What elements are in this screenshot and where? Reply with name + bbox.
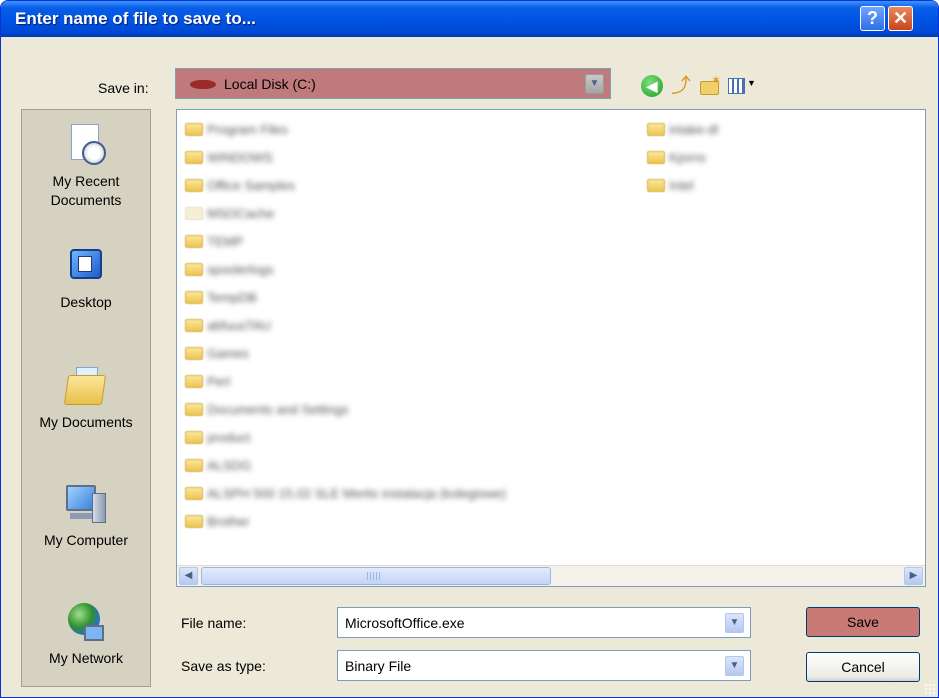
place-label: My Computer (43, 532, 129, 548)
chevron-down-icon[interactable]: ▼ (585, 74, 604, 94)
create-new-folder-button[interactable]: ✶ (699, 73, 722, 97)
save-dialog: Enter name of file to save to... ? ✕ Sav… (0, 0, 939, 698)
list-item[interactable]: product (185, 426, 250, 448)
my-network-icon (64, 601, 108, 645)
file-name-label: File name: (181, 615, 247, 631)
list-item[interactable]: Kjorns (647, 146, 706, 168)
back-button[interactable]: ◀ (641, 75, 663, 97)
file-name-field[interactable]: MicrosoftOffice.exe ▼ (337, 607, 751, 638)
dialog-title: Enter name of file to save to... (15, 9, 256, 28)
save-as-type-dropdown[interactable]: Binary File ▼ (337, 650, 751, 681)
save-in-value: Local Disk (C:) (224, 76, 316, 92)
my-documents-icon (63, 365, 108, 409)
list-item[interactable]: intake-dl (647, 118, 718, 140)
close-button[interactable]: ✕ (888, 6, 913, 31)
places-bar: My Recent Documents Desktop My Documents… (21, 109, 151, 687)
folder-icon (185, 234, 203, 248)
list-item[interactable]: Perl (185, 370, 230, 392)
folder-icon (185, 122, 203, 136)
folder-icon (185, 374, 203, 388)
list-item[interactable]: ALSDG (185, 454, 251, 476)
dropdown-arrow-icon: ▼ (747, 78, 756, 88)
place-label: My Network (49, 650, 123, 666)
horizontal-scrollbar[interactable]: ◀ ▶ (177, 565, 925, 586)
folder-icon (185, 430, 203, 444)
place-label: Desktop (60, 294, 112, 310)
place-my-network[interactable]: My Network (22, 601, 150, 668)
list-item[interactable]: abfuusTAU (185, 314, 271, 336)
list-item[interactable]: Brother (185, 510, 250, 532)
place-my-documents[interactable]: My Documents (22, 365, 150, 432)
list-item[interactable]: Documents and Settings (185, 398, 349, 420)
place-label: My Recent (52, 173, 120, 189)
list-item[interactable]: spoolerlogs (185, 258, 274, 280)
save-as-type-label: Save as type: (181, 658, 266, 674)
folder-icon (185, 458, 203, 472)
file-name-value: MicrosoftOffice.exe (345, 615, 465, 631)
folder-icon (647, 122, 665, 136)
list-item[interactable]: TempDB (185, 286, 257, 308)
chevron-down-icon[interactable]: ▼ (725, 613, 744, 633)
list-item[interactable]: Games (185, 342, 249, 364)
list-item[interactable]: Program Files (185, 118, 288, 140)
folder-icon (185, 346, 203, 360)
place-my-computer[interactable]: My Computer (22, 483, 150, 550)
save-button[interactable]: Save (806, 607, 920, 637)
folder-icon (185, 178, 203, 192)
file-list[interactable]: Program Files WINDOWS Office Samples MSO… (176, 109, 926, 587)
title-bar[interactable]: Enter name of file to save to... ? ✕ (1, 1, 938, 37)
grip-icon (367, 572, 381, 580)
up-folder-icon: ⤴ (671, 75, 691, 97)
scroll-left-icon[interactable]: ◀ (179, 567, 198, 585)
place-desktop[interactable]: Desktop (22, 245, 150, 312)
resize-grip-icon[interactable] (924, 683, 936, 695)
views-menu-button[interactable]: ▼ (728, 75, 758, 97)
folder-icon (185, 318, 203, 332)
list-item[interactable]: TEMP (185, 230, 243, 252)
list-item[interactable]: WINDOWS (185, 146, 273, 168)
back-arrow-icon: ◀ (646, 78, 658, 94)
place-label: My Documents (39, 414, 133, 430)
folder-icon (185, 402, 203, 416)
up-one-level-button[interactable]: ⤴ (670, 75, 692, 97)
chevron-down-icon[interactable]: ▼ (725, 656, 744, 676)
desktop-icon (64, 245, 108, 289)
cancel-button[interactable]: Cancel (806, 652, 920, 682)
folder-icon (185, 206, 203, 220)
save-as-type-value: Binary File (345, 658, 412, 674)
folder-icon (185, 290, 203, 304)
help-button[interactable]: ? (860, 6, 885, 31)
my-computer-icon (64, 483, 108, 527)
folder-icon (185, 150, 203, 164)
folder-icon (185, 486, 203, 500)
scroll-right-icon[interactable]: ▶ (904, 567, 923, 585)
place-my-recent-documents[interactable]: My Recent Documents (22, 124, 150, 210)
save-in-label: Save in: (98, 80, 149, 96)
list-item[interactable]: ALSPH 500 15.02 SLE Merits instalacja (k… (185, 482, 506, 504)
list-item[interactable]: Office Samples (185, 174, 295, 196)
list-item[interactable]: Intel (647, 174, 694, 196)
save-in-dropdown[interactable]: Local Disk (C:) ▼ (175, 68, 611, 99)
folder-icon (647, 150, 665, 164)
sparkle-icon: ✶ (711, 73, 722, 87)
place-label: Documents (50, 192, 122, 208)
views-menu-icon (728, 78, 745, 94)
scroll-thumb[interactable] (201, 567, 551, 585)
recent-documents-icon (64, 124, 108, 168)
folder-icon (185, 514, 203, 528)
folder-icon (185, 262, 203, 276)
hard-drive-icon (190, 80, 216, 89)
list-item[interactable]: MSOCache (185, 202, 274, 224)
folder-icon (647, 178, 665, 192)
